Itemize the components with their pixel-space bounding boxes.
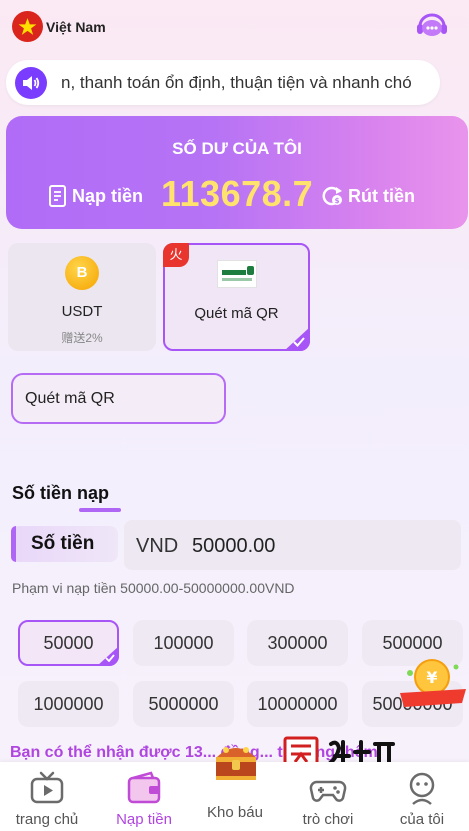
balance-card: SỐ DƯ CỦA TÔI Nạp tiền 113678.7 $ Rút ti… bbox=[6, 116, 468, 229]
promo-float-button[interactable]: ¥ bbox=[398, 655, 468, 713]
announcement-text: n, thanh toán ổn định, thuận tiện và nha… bbox=[61, 73, 412, 92]
preset-label: 50000 bbox=[43, 633, 94, 653]
channel-label: Quét mã QR bbox=[25, 390, 115, 407]
checkmark-icon bbox=[105, 654, 115, 662]
preset-amount-button[interactable]: 1000000 bbox=[18, 681, 119, 727]
amount-input[interactable]: VND 50000.00 bbox=[124, 520, 461, 570]
tab-label: trang chủ bbox=[15, 811, 79, 828]
payment-method-qr[interactable]: 火 Quét mã QR bbox=[163, 243, 310, 351]
channel-option[interactable]: Quét mã QR bbox=[11, 373, 226, 424]
customer-service-icon[interactable] bbox=[415, 12, 449, 42]
payment-method-usdt[interactable]: B USDT 赠送2% bbox=[8, 243, 156, 351]
preset-label: 5000000 bbox=[148, 694, 219, 714]
tab-label: Kho báu bbox=[207, 804, 263, 821]
bank-logo-icon bbox=[217, 260, 257, 288]
deposit-button[interactable]: Nạp tiền bbox=[48, 185, 143, 207]
gamepad-icon bbox=[309, 780, 347, 802]
wallet-icon bbox=[127, 771, 161, 804]
preset-label: 1000000 bbox=[33, 694, 104, 714]
currency-label: VND bbox=[136, 535, 179, 557]
preset-amount-button[interactable]: 10000000 bbox=[247, 681, 348, 727]
hot-badge: 火 bbox=[163, 243, 189, 267]
announcement-bar[interactable]: n, thanh toán ổn định, thuận tiện và nha… bbox=[6, 60, 440, 105]
refresh-coin-icon: $ bbox=[322, 186, 342, 206]
method-label: USDT bbox=[61, 303, 103, 320]
section-title: Số tiền nạp bbox=[12, 483, 110, 503]
profile-icon bbox=[409, 772, 435, 805]
bitcoin-coin-icon: B bbox=[65, 256, 99, 290]
preset-label: 500000 bbox=[382, 633, 443, 653]
tab-label: của tôi bbox=[399, 811, 445, 828]
checkmark-icon bbox=[293, 337, 305, 347]
preset-amount-button[interactable]: 300000 bbox=[247, 620, 348, 666]
amount-value: 50000.00 bbox=[192, 535, 276, 557]
country-label[interactable]: Việt Nam bbox=[46, 19, 106, 35]
tab-label: Nạp tiền bbox=[116, 811, 172, 828]
method-label: Quét mã QR bbox=[194, 305, 279, 322]
tab-profile[interactable]: của tôi bbox=[375, 762, 469, 831]
tab-home[interactable]: trang chủ bbox=[0, 762, 94, 831]
balance-amount: 113678.7 bbox=[161, 173, 314, 214]
tab-deposit[interactable]: Nạp tiền bbox=[97, 762, 191, 831]
treasure-chest-icon[interactable] bbox=[210, 738, 262, 786]
preset-amount-button[interactable]: 100000 bbox=[133, 620, 234, 666]
section-underline bbox=[79, 508, 121, 512]
method-bonus: 赠送2% bbox=[61, 331, 103, 345]
amount-label-box: Số tiền bbox=[11, 526, 118, 562]
document-icon bbox=[49, 185, 66, 207]
deposit-range-text: Phạm vi nạp tiền 50000.00-50000000.00VND bbox=[12, 580, 295, 596]
preset-amount-button[interactable]: 5000000 bbox=[133, 681, 234, 727]
amount-label: Số tiền bbox=[31, 533, 95, 554]
svg-text:¥: ¥ bbox=[426, 668, 437, 687]
speaker-icon bbox=[15, 67, 47, 99]
deposit-label: Nạp tiền bbox=[72, 185, 144, 206]
preset-label: 100000 bbox=[153, 633, 214, 653]
preset-amount-button[interactable]: 50000 bbox=[18, 620, 119, 666]
withdraw-label: Rút tiền bbox=[348, 185, 415, 206]
tv-icon bbox=[30, 771, 64, 804]
withdraw-button[interactable]: $ Rút tiền bbox=[320, 185, 415, 207]
preset-label: 300000 bbox=[267, 633, 328, 653]
svg-text:$: $ bbox=[335, 197, 340, 205]
vietnam-flag-icon[interactable] bbox=[12, 11, 43, 42]
preset-label: 10000000 bbox=[257, 694, 338, 714]
tab-label: trò chơi bbox=[302, 811, 354, 828]
top-bar: Việt Nam bbox=[0, 0, 469, 54]
tab-games[interactable]: trò chơi bbox=[281, 762, 375, 831]
balance-title: SỐ DƯ CỦA TÔI bbox=[172, 139, 302, 158]
